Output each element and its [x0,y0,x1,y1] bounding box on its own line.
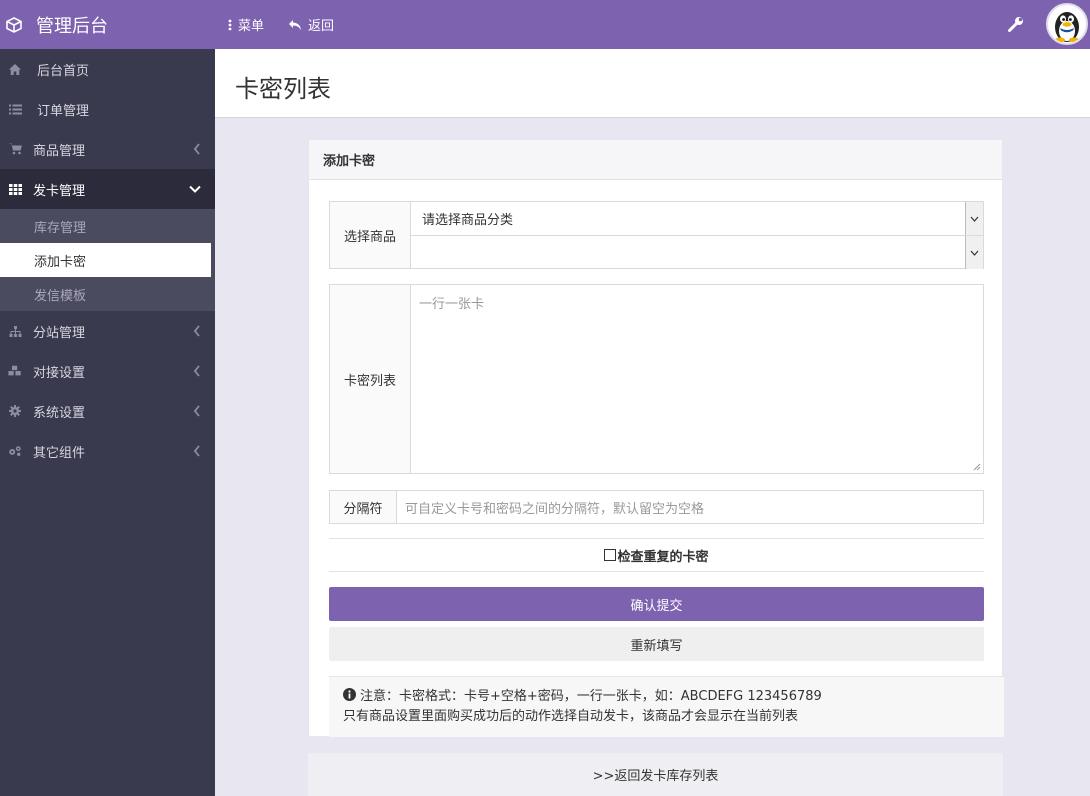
info-circle-icon [343,688,356,701]
submit-button[interactable]: 确认提交 [329,587,984,621]
brand[interactable]: 管理后台 [0,0,215,49]
menu-toggle[interactable]: 菜单 [228,0,264,49]
page-title: 卡密列表 [235,75,331,103]
product-select[interactable] [411,235,983,269]
separator-label: 分隔符 [330,491,397,523]
reset-button[interactable]: 重新填写 [329,627,984,661]
submenu-item-add-cards[interactable]: 添加卡密 [0,243,211,277]
brand-title: 管理后台 [36,15,108,37]
add-cards-panel: 添加卡密 选择商品 请选择商品分类 卡密列表 一行一张卡 分隔符 可自定义卡号和… [308,139,1004,737]
chevron-left-icon [193,143,200,155]
list-icon [8,102,22,116]
cards-textarea[interactable]: 一行一张卡 [411,285,983,473]
sidebar-item-label: 对接设置 [33,365,86,381]
sidebar-item-products[interactable]: 商品管理 [0,129,215,169]
sidebar-item-label: 其它组件 [33,445,86,461]
separator-placeholder: 可自定义卡号和密码之间的分隔符，默认留空为空格 [405,501,705,517]
chevron-down-icon [965,236,983,269]
category-select-value: 请选择商品分类 [422,213,514,228]
sidebar-item-system[interactable]: 系统设置 [0,391,215,431]
menu-label: 菜单 [238,19,265,34]
submenu-item-inventory[interactable]: 库存管理 [0,209,215,243]
cards-list-label: 卡密列表 [330,285,411,473]
product-select-group: 选择商品 请选择商品分类 [329,201,984,269]
chevron-down-icon [189,185,201,193]
panel-title: 添加卡密 [309,140,1002,180]
reply-icon [289,19,301,30]
separator-input[interactable]: 可自定义卡号和密码之间的分隔符，默认留空为空格 [397,491,983,523]
sidebar-item-label: 订单管理 [37,103,90,119]
back-label: 返回 [308,19,335,34]
avatar[interactable] [1046,3,1088,45]
sidebar-item-label: 分站管理 [33,325,86,341]
submenu-cards: 库存管理 添加卡密 发信模板 [0,209,215,311]
notice-line-1: 注意：卡密格式：卡号+空格+密码，一行一张卡，如：ABCDEFG 1234567… [360,689,822,704]
check-duplicates-label[interactable]: 检查重复的卡密 [617,546,708,565]
check-duplicates-checkbox[interactable] [604,549,617,561]
check-duplicates-row: 检查重复的卡密 [329,538,984,572]
sidebar-item-substations[interactable]: 分站管理 [0,311,215,351]
cubes-icon [8,364,22,378]
chevron-left-icon [193,405,200,417]
home-icon [8,62,22,76]
gear-icon [8,404,22,418]
notice-box: 注意：卡密格式：卡号+空格+密码，一行一张卡，如：ABCDEFG 1234567… [329,676,1004,737]
select-product-label: 选择商品 [330,202,411,268]
chevron-left-icon [193,445,200,457]
chevron-left-icon [193,325,200,337]
sidebar-item-label: 后台首页 [37,63,90,79]
sidebar: 后台首页 订单管理 商品管理 发卡管理 库存管理 添加卡密 发信模板 分站管理 … [0,49,215,796]
cube-icon [6,16,22,33]
grid-icon [8,182,22,196]
sidebar-item-label: 发卡管理 [33,183,86,199]
resize-grip-icon[interactable] [972,462,981,471]
chevron-down-icon [965,202,983,235]
back-link[interactable]: 返回 [288,0,334,49]
qq-penguin-avatar-icon [1055,12,1079,43]
cart-icon [8,142,22,156]
chevron-left-icon [193,365,200,377]
back-to-inventory-link[interactable]: >>返回发卡库存列表 [308,753,1003,796]
category-select[interactable]: 请选择商品分类 [411,202,983,235]
submenu-item-mail-template[interactable]: 发信模板 [0,277,215,311]
notice-line-2: 只有商品设置里面购买成功后的动作选择自动发卡，该商品才会显示在当前列表 [343,709,799,724]
sidebar-item-cards[interactable]: 发卡管理 [0,169,215,209]
ellipsis-vertical-icon [228,19,232,30]
gears-icon [8,444,22,458]
sidebar-item-orders[interactable]: 订单管理 [0,89,215,129]
sidebar-item-home[interactable]: 后台首页 [0,49,215,89]
sidebar-item-label: 商品管理 [33,143,86,159]
page-header: 卡密列表 [215,49,1090,118]
wrench-icon[interactable] [1007,15,1025,33]
cards-textarea-group: 卡密列表 一行一张卡 [329,284,984,474]
cards-textarea-placeholder: 一行一张卡 [419,297,485,312]
sidebar-item-components[interactable]: 其它组件 [0,431,215,471]
top-bar: 管理后台 菜单 返回 [0,0,1090,49]
sitemap-icon [8,324,22,338]
sidebar-item-label: 系统设置 [33,405,86,421]
sidebar-item-integration[interactable]: 对接设置 [0,351,215,391]
separator-group: 分隔符 可自定义卡号和密码之间的分隔符，默认留空为空格 [329,490,984,524]
